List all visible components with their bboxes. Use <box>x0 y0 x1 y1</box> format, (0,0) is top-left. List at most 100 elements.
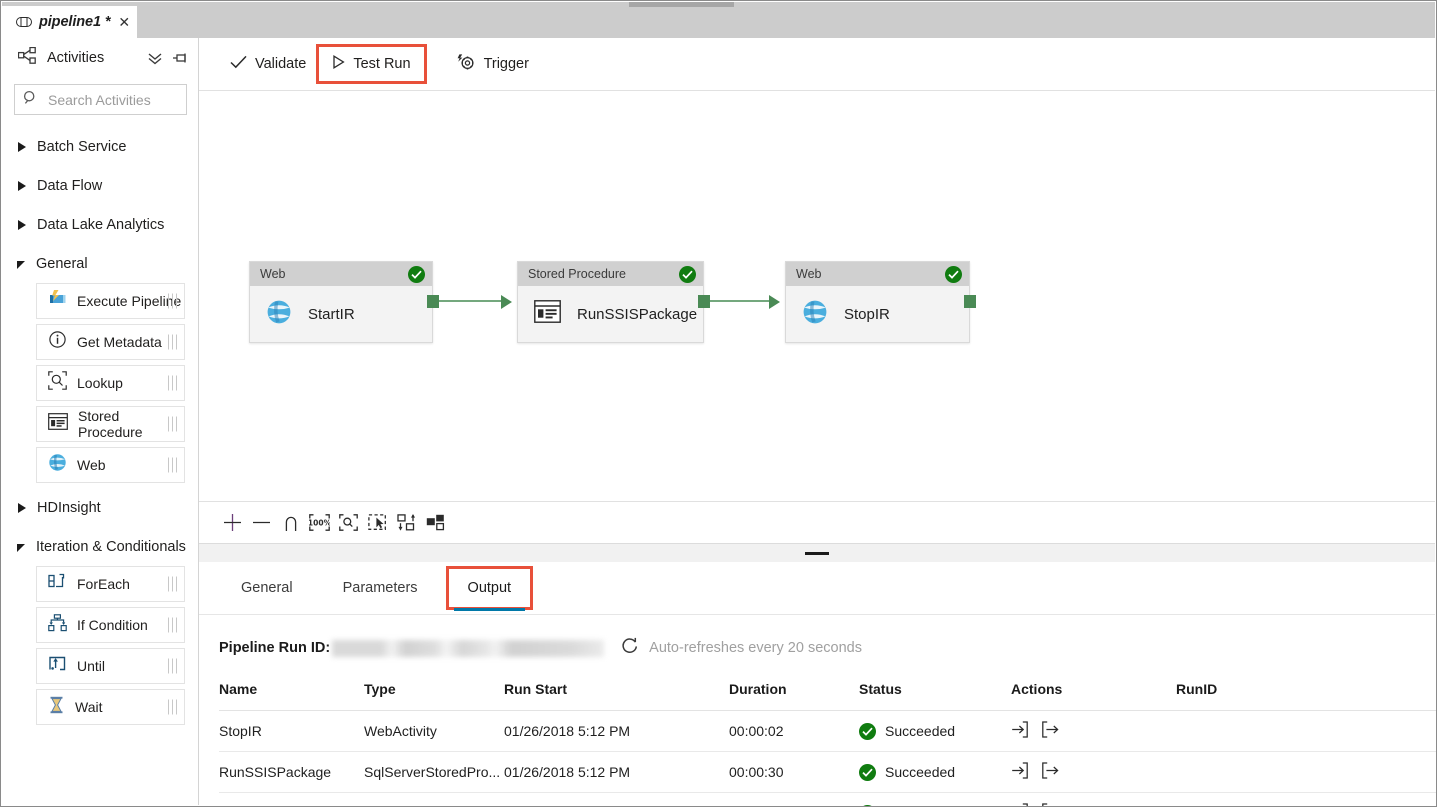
web-globe-icon <box>802 299 828 330</box>
validate-button[interactable]: Validate <box>217 47 319 81</box>
tree-group-hdinsight[interactable]: HDInsight <box>2 488 198 527</box>
node-type-label: Web <box>796 267 945 281</box>
activity-stored-procedure[interactable]: Stored Procedure <box>36 406 185 442</box>
table-row[interactable]: StartIR WebActivity 01/26/2018 4:41 PM 0… <box>219 793 1436 807</box>
tab-parameters[interactable]: Parameters <box>321 563 440 613</box>
test-run-button[interactable]: Test Run <box>319 47 423 81</box>
trigger-button[interactable]: Trigger <box>444 47 542 81</box>
connector-1 <box>439 300 504 302</box>
activity-if-condition[interactable]: If Condition <box>36 607 185 643</box>
output-icon[interactable] <box>1042 762 1059 782</box>
activity-until[interactable]: Until <box>36 648 185 684</box>
splitter-handle[interactable] <box>805 552 829 555</box>
activities-title: Activities <box>47 50 137 66</box>
pipeline-canvas[interactable]: Web StartIR <box>199 91 1435 501</box>
drag-handle[interactable] <box>168 335 177 350</box>
tab-title: pipeline1 * <box>39 14 110 30</box>
col-run-start: Run Start <box>504 681 729 711</box>
drag-handle[interactable] <box>168 376 177 391</box>
drag-handle[interactable] <box>168 700 177 715</box>
tree-group-data-flow[interactable]: Data Flow <box>2 166 198 205</box>
input-icon[interactable] <box>1011 721 1028 741</box>
tree-group-batch-service[interactable]: Batch Service <box>2 127 198 166</box>
execute-pipeline-icon <box>48 290 67 312</box>
drag-handle[interactable] <box>168 417 177 432</box>
node-type-label: Web <box>260 267 408 281</box>
double-chevron-down-icon[interactable] <box>147 51 163 65</box>
col-type: Type <box>364 681 504 711</box>
refresh-icon[interactable] <box>621 637 639 660</box>
tree-group-iteration-conditionals[interactable]: Iteration & Conditionals <box>2 527 198 566</box>
zoom-out-icon[interactable] <box>247 508 276 537</box>
minimap-icon[interactable] <box>421 508 450 537</box>
tab-pipeline1[interactable]: pipeline1 * ✕ <box>2 6 137 38</box>
cell-status: Succeeded <box>859 793 1011 807</box>
search-icon <box>23 90 38 110</box>
check-icon <box>230 55 247 73</box>
output-icon[interactable] <box>1042 803 1059 807</box>
node-header: Web <box>786 262 969 286</box>
auto-refresh-text: Auto-refreshes every 20 seconds <box>649 640 862 656</box>
node-output-port[interactable] <box>698 295 710 308</box>
canvas-node-runssispackage[interactable]: Stored Procedure <box>517 261 704 343</box>
foreach-icon <box>48 573 67 595</box>
auto-align-icon[interactable] <box>392 508 421 537</box>
node-output-port[interactable] <box>427 295 439 308</box>
activity-lookup[interactable]: Lookup <box>36 365 185 401</box>
table-row[interactable]: RunSSISPackage SqlServerStoredPro... 01/… <box>219 752 1436 793</box>
activity-label: Wait <box>75 699 102 715</box>
lookup-magnifier-icon <box>48 371 67 395</box>
drag-handle[interactable] <box>168 458 177 473</box>
tab-output-label: Output <box>468 580 512 596</box>
drag-handle[interactable] <box>168 618 177 633</box>
tree-group-label: General <box>36 256 88 272</box>
pipeline-run-id-value <box>332 640 604 657</box>
activity-web[interactable]: Web <box>36 447 185 483</box>
activity-get-metadata[interactable]: Get Metadata <box>36 324 185 360</box>
zoom-to-fit-icon[interactable] <box>334 508 363 537</box>
pin-icon[interactable] <box>173 51 188 65</box>
zoom-100-percent-icon[interactable]: 100% <box>305 508 334 537</box>
connector-arrow-2 <box>769 295 780 309</box>
tree-group-data-lake-analytics[interactable]: Data Lake Analytics <box>2 205 198 244</box>
tab-general[interactable]: General <box>219 563 315 613</box>
tree-group-label: Data Flow <box>37 178 102 194</box>
search-activities-box[interactable] <box>14 84 187 115</box>
cell-type: WebActivity <box>364 793 504 807</box>
search-input[interactable] <box>46 91 178 109</box>
panel-splitter[interactable] <box>199 543 1435 562</box>
activity-execute-pipeline[interactable]: Execute Pipeline <box>36 283 185 319</box>
output-icon[interactable] <box>1042 721 1059 741</box>
canvas-node-stopir[interactable]: Web StopIR <box>785 261 970 343</box>
lock-icon[interactable] <box>276 508 305 537</box>
cell-runid <box>1176 711 1436 752</box>
canvas-node-startir[interactable]: Web StartIR <box>249 261 433 343</box>
trigger-label: Trigger <box>484 56 529 72</box>
chevron-right-icon <box>18 142 26 152</box>
select-tool-icon[interactable] <box>363 508 392 537</box>
drag-handle[interactable] <box>168 577 177 592</box>
cell-name: StopIR <box>219 711 364 752</box>
drag-handle[interactable] <box>168 659 177 674</box>
auto-refresh-note: Auto-refreshes every 20 seconds <box>621 637 862 660</box>
node-output-port[interactable] <box>964 295 976 308</box>
chevron-down-icon <box>17 544 25 552</box>
close-icon[interactable]: ✕ <box>118 15 130 29</box>
main-area: Validate Test Run <box>199 38 1435 805</box>
pipeline-run-id-label: Pipeline Run ID: <box>219 640 330 656</box>
activity-wait[interactable]: Wait <box>36 689 185 725</box>
table-row[interactable]: StopIR WebActivity 01/26/2018 5:12 PM 00… <box>219 711 1436 752</box>
pipeline-icon <box>16 16 32 28</box>
tree-group-general[interactable]: General <box>2 244 198 283</box>
activity-foreach[interactable]: ForEach <box>36 566 185 602</box>
if-condition-icon <box>48 614 67 637</box>
drag-handle[interactable] <box>168 294 177 309</box>
command-bar: Validate Test Run <box>199 38 1435 91</box>
tab-output[interactable]: Output <box>446 566 534 610</box>
input-icon[interactable] <box>1011 803 1028 807</box>
input-icon[interactable] <box>1011 762 1028 782</box>
status-succeeded-icon <box>945 266 962 283</box>
zoom-in-icon[interactable] <box>218 508 247 537</box>
node-name-label: StartIR <box>308 306 355 323</box>
cell-name: RunSSISPackage <box>219 752 364 793</box>
